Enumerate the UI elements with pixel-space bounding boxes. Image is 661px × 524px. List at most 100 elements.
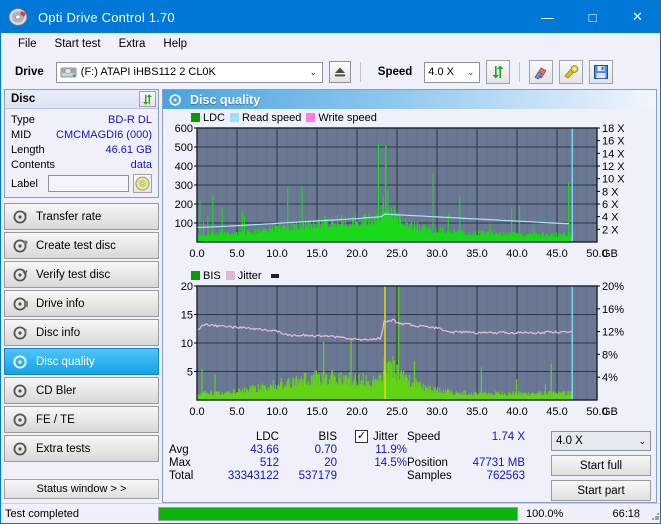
- minimize-button[interactable]: —: [525, 1, 570, 33]
- status-window-button[interactable]: Status window > >: [4, 479, 159, 499]
- svg-text:14 X: 14 X: [602, 148, 625, 160]
- test-speed-select[interactable]: 4.0 X ⌄: [551, 431, 651, 451]
- progress-bar: [158, 506, 518, 521]
- sidebar-label: Verify test disc: [36, 268, 111, 281]
- disc-label-button[interactable]: [133, 174, 152, 193]
- resize-grip-icon[interactable]: [646, 507, 660, 521]
- drive-info-icon: [13, 296, 29, 312]
- sidebar-label: Transfer rate: [36, 210, 102, 223]
- svg-text:15.0: 15.0: [306, 406, 327, 418]
- eject-button[interactable]: [328, 61, 351, 83]
- disc-label-label: Label: [11, 177, 38, 190]
- menu-file[interactable]: File: [9, 36, 46, 52]
- stats-row-avg-label: Avg: [169, 444, 189, 456]
- app-window: Opti Drive Control 1.70 — □ ✕ File Start…: [0, 0, 661, 524]
- svg-text:5.0: 5.0: [229, 248, 244, 260]
- ldc-chart[interactable]: 100 200 300 400 500 600 2 X4 X6 X8 X10 X12 X14…: [165, 124, 657, 269]
- svg-text:45.0: 45.0: [546, 248, 567, 260]
- svg-text:400: 400: [175, 161, 193, 173]
- stats-max-jitter: 14.5%: [374, 457, 407, 469]
- main-body: Disc Type BD-R DL MID CMCMAGDI6 (000) Le…: [1, 89, 660, 503]
- extra-tests-icon: [13, 441, 29, 457]
- bis-legend: BIS Jitter: [165, 269, 654, 282]
- status-text: Test completed: [5, 507, 79, 520]
- sidebar-item-transfer-rate[interactable]: Transfer rate: [4, 203, 159, 230]
- stats-avg-jitter: 11.9%: [375, 444, 407, 456]
- menu-help[interactable]: Help: [154, 36, 196, 52]
- svg-text:12 X: 12 X: [602, 161, 625, 173]
- svg-text:20.0: 20.0: [346, 248, 367, 260]
- legend-marker-icon: [270, 273, 279, 278]
- svg-text:25.0: 25.0: [386, 248, 407, 260]
- svg-text:10: 10: [181, 338, 193, 350]
- sidebar-item-drive-info[interactable]: Drive info: [4, 290, 159, 317]
- svg-text:5.0: 5.0: [229, 406, 244, 418]
- svg-text:5: 5: [187, 367, 193, 379]
- sidebar-item-disc-info[interactable]: Disc info: [4, 319, 159, 346]
- svg-text:0.0: 0.0: [189, 406, 204, 418]
- app-disc-icon: [8, 6, 30, 28]
- maximize-button[interactable]: □: [570, 1, 615, 33]
- disc-label-input[interactable]: [48, 175, 129, 192]
- jitter-toggle[interactable]: ✓ Jitter: [355, 430, 407, 443]
- sidebar-label: Create test disc: [36, 239, 116, 252]
- disc-contents-label: Contents: [11, 158, 56, 171]
- window-controls: — □ ✕: [525, 1, 660, 33]
- sidebar-label: Disc info: [36, 326, 81, 339]
- tools-button[interactable]: [559, 60, 584, 84]
- legend-swatch-ldc: [191, 113, 200, 122]
- stats-position-label: Position: [407, 457, 448, 469]
- stats-samples-value: 762563: [486, 470, 525, 482]
- start-full-button[interactable]: Start full: [551, 455, 651, 476]
- menu-start-test[interactable]: Start test: [46, 36, 110, 52]
- disc-refresh-button[interactable]: [139, 91, 156, 107]
- disc-length-label: Length: [11, 143, 45, 156]
- svg-text:16%: 16%: [602, 304, 624, 316]
- refresh-button[interactable]: [486, 60, 511, 84]
- speed-value: 4.0 X: [428, 66, 454, 78]
- jitter-label: Jitter: [373, 430, 398, 443]
- close-button[interactable]: ✕: [615, 1, 660, 33]
- ldc-legend: LDC Read speed Write speed: [165, 111, 654, 124]
- disc-row-mid: MID CMCMAGDI6 (000): [11, 127, 152, 142]
- stats-header-ldc: LDC: [255, 430, 279, 443]
- window-title: Opti Drive Control 1.70: [38, 9, 175, 25]
- sidebar-item-verify-test-disc[interactable]: Verify test disc: [4, 261, 159, 288]
- tools-icon: [564, 65, 579, 79]
- drive-select[interactable]: (F:) ATAPI iHBS112 2 CL0K ⌄: [55, 61, 323, 83]
- stats-speed-value: 1.74 X: [491, 430, 525, 443]
- legend-label: LDC: [203, 111, 226, 124]
- jitter-checkbox[interactable]: ✓: [355, 430, 368, 443]
- svg-text:12%: 12%: [602, 327, 624, 339]
- menu-extra[interactable]: Extra: [110, 36, 155, 52]
- disc-test-icon: [13, 209, 29, 225]
- disc-burn-icon: [13, 238, 29, 254]
- bis-jitter-chart[interactable]: 5 10 15 20 4% 8% 12% 16% 20% 0.0 5.0 10.0 15.0 20.0 25…: [165, 282, 657, 427]
- svg-text:40.0: 40.0: [506, 406, 527, 418]
- title-bar: Opti Drive Control 1.70 — □ ✕: [1, 1, 660, 33]
- save-button[interactable]: [589, 60, 614, 84]
- svg-text:200: 200: [175, 199, 193, 211]
- sidebar-label: FE / TE: [36, 413, 75, 426]
- elapsed-time: 66:18: [612, 507, 640, 520]
- legend-read-speed: Read speed: [230, 112, 301, 124]
- sidebar-item-extra-tests[interactable]: Extra tests: [4, 435, 159, 462]
- stats-panel: LDC BIS ✓ Jitter Speed 1.74 X Avg 43.66 …: [163, 428, 656, 502]
- svg-text:30.0: 30.0: [426, 406, 447, 418]
- sidebar-item-create-test-disc[interactable]: Create test disc: [4, 232, 159, 259]
- eject-icon: [334, 67, 345, 77]
- disc-label-row: Label: [11, 174, 152, 193]
- sidebar-item-cd-bler[interactable]: CD Bler: [4, 377, 159, 404]
- erase-button[interactable]: [529, 60, 554, 84]
- sidebar-item-disc-quality[interactable]: Disc quality: [4, 348, 159, 375]
- stats-total-ldc: 33343122: [227, 470, 279, 482]
- sidebar-label: Disc quality: [36, 355, 95, 368]
- svg-text:500: 500: [175, 142, 193, 154]
- sidebar-item-fe-te[interactable]: FE / TE: [4, 406, 159, 433]
- svg-text:10.0: 10.0: [266, 248, 287, 260]
- svg-text:45.0: 45.0: [546, 406, 567, 418]
- speed-select[interactable]: 4.0 X ⌄: [424, 61, 481, 83]
- start-part-button[interactable]: Start part: [551, 480, 651, 501]
- stats-row-total-label: Total: [169, 470, 194, 482]
